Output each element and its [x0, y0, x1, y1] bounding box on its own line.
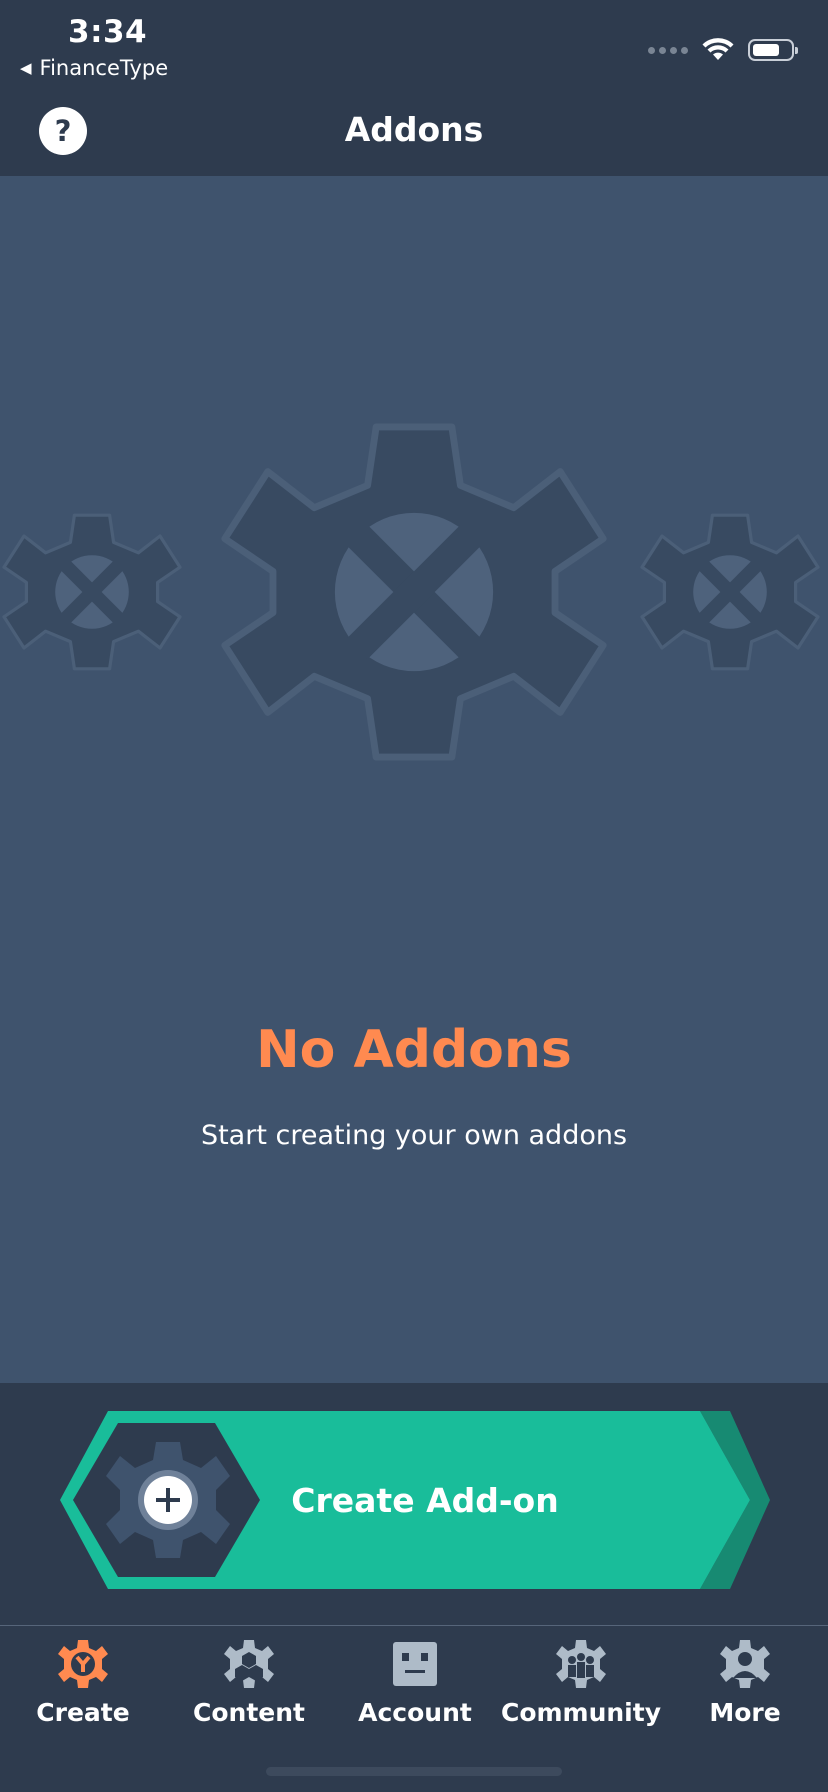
- back-to-app-link[interactable]: ◀ FinanceType: [20, 56, 168, 80]
- gear-x-icon-center: [225, 427, 603, 757]
- empty-state-title: No Addons: [256, 1020, 572, 1080]
- content-hex-icon: [221, 1636, 277, 1692]
- battery-icon: [748, 39, 798, 61]
- empty-state-subtitle: Start creating your own addons: [200, 1120, 628, 1151]
- tab-account-label: Account: [358, 1698, 472, 1727]
- status-indicators: [648, 38, 798, 62]
- tab-create-label: Create: [36, 1698, 130, 1727]
- more-person-gear-icon: [717, 1636, 773, 1692]
- wifi-icon: [702, 38, 734, 60]
- tab-more[interactable]: More: [662, 1636, 828, 1746]
- cellular-signal-icon: [648, 46, 688, 54]
- community-people-icon: [553, 1636, 609, 1692]
- account-face-icon: [387, 1636, 443, 1692]
- create-addon-label: Create Add-on: [291, 1480, 559, 1520]
- back-arrow-icon: ◀: [20, 59, 32, 77]
- tab-content-label: Content: [193, 1698, 305, 1727]
- empty-gears-illustration: [0, 370, 828, 810]
- page-title: Addons: [344, 110, 484, 149]
- create-gear-wrench-icon: [55, 1636, 111, 1692]
- home-indicator[interactable]: [266, 1767, 562, 1776]
- gear-x-icon-right: [642, 515, 818, 669]
- addons-screen: 3:34 ◀ FinanceType ? Addons No Addons St…: [0, 0, 828, 1792]
- tab-community-label: Community: [500, 1698, 662, 1727]
- tab-community[interactable]: Community: [498, 1636, 664, 1746]
- create-addon-button[interactable]: Create Add-on: [60, 1411, 770, 1589]
- tab-more-label: More: [709, 1698, 781, 1727]
- tab-create[interactable]: Create: [0, 1636, 166, 1746]
- tab-account[interactable]: Account: [332, 1636, 498, 1746]
- action-area: Create Add-on: [0, 1383, 828, 1625]
- tab-content[interactable]: Content: [166, 1636, 332, 1746]
- gear-x-icon-left: [4, 515, 180, 669]
- status-time: 3:34: [68, 14, 148, 50]
- back-app-label: FinanceType: [39, 56, 169, 80]
- top-bar: 3:34 ◀ FinanceType ? Addons: [0, 0, 828, 176]
